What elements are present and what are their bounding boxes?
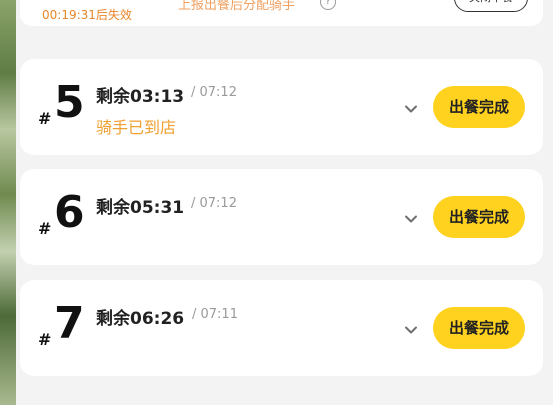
total-time: / 07:11 — [192, 307, 238, 322]
chevron-down-icon[interactable] — [404, 101, 418, 115]
remaining-time: 剩余05:31 — [96, 198, 185, 218]
remaining-time: 剩余06:26 — [96, 309, 185, 329]
order-number: 5 — [54, 77, 85, 128]
order-card-7: # 7 剩余06:26 / 07:11 出餐完成 — [20, 280, 543, 376]
meal-complete-button[interactable]: 出餐完成 — [433, 196, 525, 238]
rider-status: 骑手已到店 — [96, 118, 177, 137]
order-card-6: # 6 剩余05:31 / 07:12 出餐完成 — [20, 169, 543, 265]
info-icon[interactable]: ? — [320, 0, 336, 10]
order-number: 7 — [54, 298, 85, 349]
chevron-down-icon[interactable] — [404, 211, 418, 225]
order-hash: # — [38, 109, 52, 128]
order-hash: # — [38, 330, 52, 349]
remaining-time: 剩余03:13 — [96, 87, 185, 107]
order-card-5: # 5 剩余03:13 / 07:12 骑手已到店 出餐完成 — [20, 59, 543, 155]
meal-complete-button[interactable]: 出餐完成 — [433, 86, 525, 128]
order-list-panel: 00:19:31后失效 上报出餐后分配骑手 ? 关闭不餐 # 5 剩余03:13… — [16, 0, 553, 405]
meal-complete-button[interactable]: 出餐完成 — [433, 307, 525, 349]
rider-notice: 上报出餐后分配骑手 — [178, 0, 296, 13]
top-order-card: 00:19:31后失效 上报出餐后分配骑手 ? 关闭不餐 — [20, 0, 543, 26]
close-button[interactable]: 关闭不餐 — [454, 0, 528, 12]
total-time: / 07:12 — [191, 196, 237, 211]
side-photo-strip — [0, 0, 16, 405]
chevron-down-icon[interactable] — [404, 322, 418, 336]
order-hash: # — [38, 219, 52, 238]
order-number: 6 — [54, 187, 85, 238]
expiry-countdown: 00:19:31后失效 — [42, 8, 132, 22]
total-time: / 07:12 — [191, 85, 237, 100]
